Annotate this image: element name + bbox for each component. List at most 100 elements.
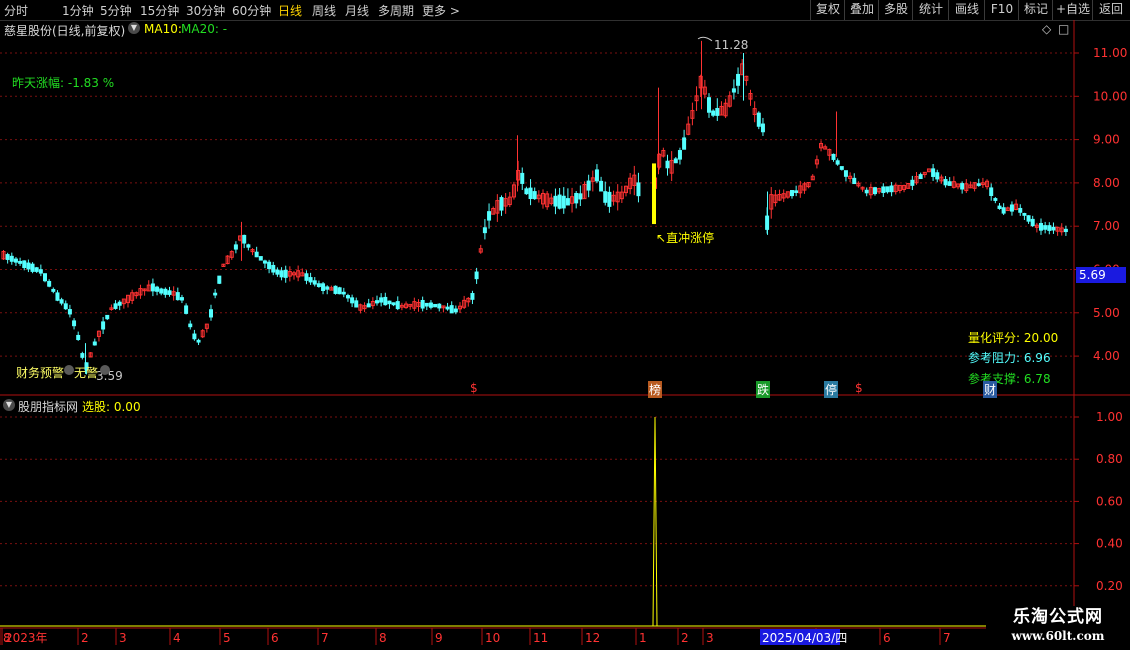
candle-body [184, 305, 189, 314]
candle-body [9, 255, 14, 262]
candle-body [304, 273, 309, 281]
event-marker-dollar[interactable]: $ [470, 381, 478, 395]
limit-up-text: 直冲涨停 [666, 231, 715, 245]
time-tick-label: 3 [706, 631, 714, 645]
event-marker-drop[interactable]: 跌 [756, 381, 771, 398]
indicator-spike [652, 416, 658, 627]
no-warning: 无警 [74, 366, 99, 380]
candle-body [47, 280, 52, 287]
candle-body [1022, 213, 1027, 216]
candle-body [433, 303, 438, 308]
event-marker-dollar-2[interactable]: $ [855, 381, 863, 395]
indicator-tick-label: 0.40 [1096, 537, 1123, 551]
time-tick-label: 2 [681, 631, 689, 645]
candle-body [26, 262, 31, 270]
indicator-tick-label: 0.60 [1096, 494, 1123, 508]
candle-body [993, 198, 998, 201]
candles [1, 40, 1068, 375]
candle-body [196, 339, 201, 343]
candle-body [150, 283, 155, 292]
chart-overlay [652, 36, 713, 225]
candle-body [885, 186, 890, 193]
indicator-select-value: 选股: 0.00 [82, 400, 141, 414]
candle-body [159, 288, 164, 294]
candle-body [375, 300, 379, 304]
candle-body [283, 269, 288, 278]
watermark-url: www.60lt.com [1011, 629, 1105, 643]
candle-body [209, 309, 213, 318]
candle-body [350, 297, 355, 304]
time-tick-label: 6 [271, 631, 279, 645]
candle-body [976, 183, 981, 186]
candle-body [341, 291, 346, 295]
chart-axes: 11.0010.009.008.007.006.005.004.001.000.… [0, 20, 1130, 645]
candle-body [499, 197, 504, 211]
candle-body [889, 185, 894, 193]
candle-body [175, 292, 180, 301]
time-tick-label: 2023年 [5, 631, 48, 645]
candle-body [213, 292, 218, 296]
candle-body [852, 177, 857, 185]
site-watermark: 乐淘公式网 www.60lt.com [986, 606, 1130, 650]
candle-body [1047, 225, 1052, 231]
candle-body [520, 172, 525, 184]
candle-body [715, 107, 720, 116]
candle-body [233, 244, 238, 250]
finance-warning[interactable]: 财务预警 [16, 364, 64, 381]
candle-body [607, 191, 612, 207]
candle-body [561, 195, 566, 209]
candle-body [67, 309, 72, 315]
square-icon[interactable]: □ [1058, 22, 1069, 36]
price-tick-label: 7.00 [1093, 219, 1120, 233]
candle-body [279, 270, 284, 278]
candle-body [586, 180, 591, 191]
candle-body [574, 192, 579, 204]
candle-body [711, 110, 716, 116]
candle-body [383, 296, 388, 306]
peak-pointer [697, 36, 713, 42]
event-marker-rank[interactable]: 榜 [648, 381, 663, 398]
candle-body [258, 256, 263, 261]
candle-body [30, 263, 35, 272]
candle-body [325, 286, 330, 290]
candle-body [117, 301, 122, 306]
chevron-down-icon[interactable]: ▼ [3, 399, 15, 411]
event-marker-halt[interactable]: 停 [824, 381, 839, 398]
candle-body [321, 283, 326, 291]
price-tick-label: 8.00 [1093, 176, 1120, 190]
candle-body [947, 181, 952, 186]
time-tick-label: 9 [435, 631, 443, 645]
candle-body [366, 303, 371, 308]
candle-body [839, 166, 844, 170]
yesterday-change: 昨天涨幅: -1.83 % [12, 76, 115, 90]
indicator-panel [0, 416, 1074, 627]
candle-body [254, 251, 259, 258]
candle-body [677, 150, 682, 160]
time-tick-label: 7 [321, 631, 329, 645]
candle-body [453, 308, 458, 313]
candle-body [379, 297, 384, 303]
diamond-icon[interactable]: ◇ [1042, 22, 1051, 36]
kline-chart[interactable]: 11.0010.009.008.007.006.005.004.001.000.… [0, 0, 1130, 650]
candle-body [72, 320, 77, 327]
candle-body [482, 227, 487, 234]
candle-body [470, 293, 475, 300]
candle-body [1026, 215, 1031, 222]
indicator-tick-label: 0.20 [1096, 579, 1123, 593]
peak-price-label: 11.28 [714, 38, 749, 52]
candle-body [391, 302, 396, 306]
candle-body [167, 290, 172, 295]
candle-body [474, 271, 479, 280]
candle-body [673, 158, 678, 164]
ref-support: 参考支撑: 6.78 [968, 372, 1051, 386]
candle-body [76, 334, 81, 340]
time-tick-label: 6 [883, 631, 891, 645]
candle-body [756, 112, 761, 127]
price-tick-label: 4.00 [1093, 349, 1120, 363]
event-marker-finance[interactable]: 财 [983, 381, 998, 398]
candle-body [55, 292, 60, 301]
candle-body [424, 302, 429, 307]
indicator-name: 股朋指标网 [18, 400, 79, 414]
candle-body [1030, 218, 1035, 227]
candle-body [1009, 204, 1014, 212]
